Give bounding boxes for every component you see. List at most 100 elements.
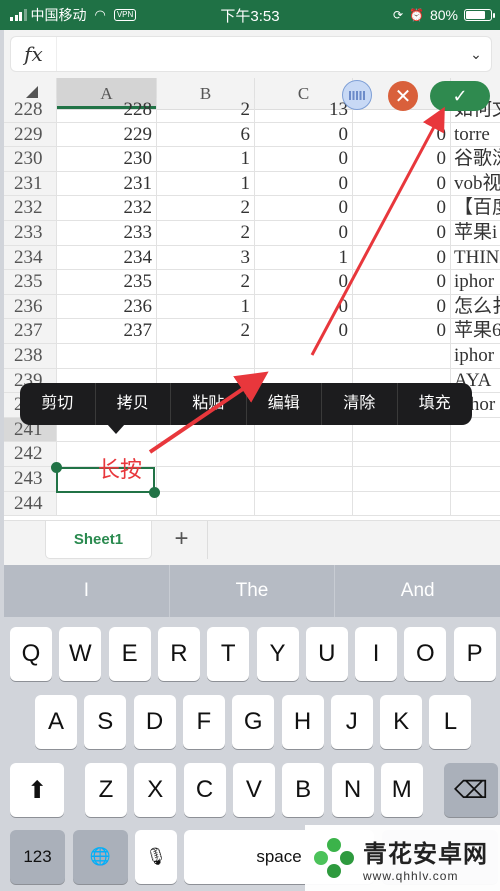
- table-cell[interactable]: 0: [254, 319, 352, 343]
- table-cell[interactable]: [156, 343, 254, 368]
- table-cell[interactable]: 0: [352, 245, 450, 270]
- table-cell[interactable]: [352, 343, 450, 368]
- key-n[interactable]: N: [331, 763, 374, 817]
- key-w[interactable]: W: [59, 627, 102, 681]
- row-header[interactable]: 234: [4, 245, 56, 270]
- table-cell[interactable]: 233: [56, 220, 156, 245]
- confirm-edit-button[interactable]: ✓: [430, 81, 490, 111]
- table-cell[interactable]: 228: [56, 98, 156, 122]
- key-r[interactable]: R: [157, 627, 200, 681]
- add-sheet-button[interactable]: +: [156, 521, 208, 559]
- table-cell[interactable]: 0: [352, 196, 450, 220]
- row-header[interactable]: 242: [4, 442, 56, 466]
- key-y[interactable]: Y: [256, 627, 299, 681]
- suggestion-item[interactable]: And: [334, 565, 500, 617]
- table-cell[interactable]: [156, 466, 254, 491]
- table-cell[interactable]: 229: [56, 122, 156, 147]
- table-cell[interactable]: iphor: [450, 343, 500, 368]
- key-l[interactable]: L: [429, 695, 472, 749]
- key-s[interactable]: S: [84, 695, 127, 749]
- table-cell[interactable]: vob视: [450, 171, 500, 196]
- key-u[interactable]: U: [305, 627, 348, 681]
- table-cell[interactable]: torre: [450, 122, 500, 147]
- table-cell[interactable]: [254, 491, 352, 516]
- suggestion-item[interactable]: I: [4, 565, 169, 617]
- table-cell[interactable]: 苹果i: [450, 220, 500, 245]
- key-o[interactable]: O: [404, 627, 447, 681]
- table-cell[interactable]: 谷歌浏: [450, 147, 500, 171]
- key-d[interactable]: D: [133, 695, 176, 749]
- selection-handle-end[interactable]: [149, 487, 160, 498]
- table-cell[interactable]: 0: [352, 122, 450, 147]
- table-cell[interactable]: 1: [156, 171, 254, 196]
- table-cell[interactable]: 13: [254, 98, 352, 122]
- key-k[interactable]: K: [380, 695, 423, 749]
- menu-item-fill[interactable]: 填充: [396, 383, 473, 425]
- key-p[interactable]: P: [453, 627, 496, 681]
- key-a[interactable]: A: [35, 695, 77, 749]
- suggestion-item[interactable]: The: [168, 565, 335, 617]
- chevron-down-icon[interactable]: ⌄: [461, 46, 491, 63]
- table-cell[interactable]: 【百度: [450, 196, 500, 220]
- key-x[interactable]: X: [134, 763, 177, 817]
- table-cell[interactable]: 0: [352, 294, 450, 319]
- key-i[interactable]: I: [355, 627, 398, 681]
- menu-item-clear[interactable]: 清除: [321, 383, 397, 425]
- row-header[interactable]: 232: [4, 196, 56, 220]
- table-cell[interactable]: 6: [156, 122, 254, 147]
- table-cell[interactable]: THINK: [450, 245, 500, 270]
- table-cell[interactable]: 236: [56, 294, 156, 319]
- key-h[interactable]: H: [281, 695, 324, 749]
- table-cell[interactable]: 1: [254, 245, 352, 270]
- row-header[interactable]: 237: [4, 319, 56, 343]
- key-q[interactable]: Q: [10, 627, 52, 681]
- table-cell[interactable]: 0: [352, 220, 450, 245]
- table-cell[interactable]: 231: [56, 171, 156, 196]
- table-cell[interactable]: 0: [352, 270, 450, 294]
- table-cell[interactable]: 2: [156, 270, 254, 294]
- menu-item-cut[interactable]: 剪切: [20, 383, 95, 425]
- table-cell[interactable]: [254, 466, 352, 491]
- table-cell[interactable]: 2: [156, 220, 254, 245]
- table-cell[interactable]: [254, 442, 352, 466]
- table-cell[interactable]: 0: [254, 294, 352, 319]
- fx-icon[interactable]: fx: [11, 37, 57, 71]
- table-cell[interactable]: 0: [352, 319, 450, 343]
- row-header[interactable]: 235: [4, 270, 56, 294]
- menu-item-edit[interactable]: 编辑: [245, 383, 322, 425]
- table-cell[interactable]: 苹果6: [450, 319, 500, 343]
- table-cell[interactable]: [352, 491, 450, 516]
- table-cell[interactable]: 0: [254, 270, 352, 294]
- row-header[interactable]: 244: [4, 491, 56, 516]
- key-f[interactable]: F: [182, 695, 225, 749]
- delete-key[interactable]: ⌫: [444, 763, 498, 817]
- table-cell[interactable]: 234: [56, 245, 156, 270]
- cancel-edit-button[interactable]: ✕: [388, 81, 418, 111]
- key-c[interactable]: C: [183, 763, 226, 817]
- table-cell[interactable]: 怎么扌: [450, 294, 500, 319]
- formula-input[interactable]: [57, 37, 461, 71]
- key-m[interactable]: M: [380, 763, 423, 817]
- key-t[interactable]: T: [207, 627, 250, 681]
- table-cell[interactable]: [156, 442, 254, 466]
- row-header[interactable]: 233: [4, 220, 56, 245]
- table-cell[interactable]: [352, 466, 450, 491]
- table-cell[interactable]: 237: [56, 319, 156, 343]
- key-e[interactable]: E: [108, 627, 151, 681]
- table-cell[interactable]: 0: [254, 122, 352, 147]
- table-cell[interactable]: [156, 491, 254, 516]
- table-cell[interactable]: 0: [254, 196, 352, 220]
- key-j[interactable]: J: [330, 695, 373, 749]
- menu-item-copy[interactable]: 拷贝: [94, 383, 171, 425]
- cell-grid[interactable]: A B C 228228213如何文229229600torre23023010…: [4, 78, 500, 550]
- key-b[interactable]: B: [282, 763, 325, 817]
- table-cell[interactable]: [450, 466, 500, 491]
- table-cell[interactable]: [56, 491, 156, 516]
- table-cell[interactable]: [56, 343, 156, 368]
- globe-key[interactable]: 🌐: [73, 830, 128, 884]
- table-cell[interactable]: 0: [352, 171, 450, 196]
- table-cell[interactable]: 1: [156, 147, 254, 171]
- microphone-key[interactable]: 🎙: [135, 830, 177, 884]
- row-header[interactable]: 243: [4, 466, 56, 491]
- key-v[interactable]: V: [232, 763, 275, 817]
